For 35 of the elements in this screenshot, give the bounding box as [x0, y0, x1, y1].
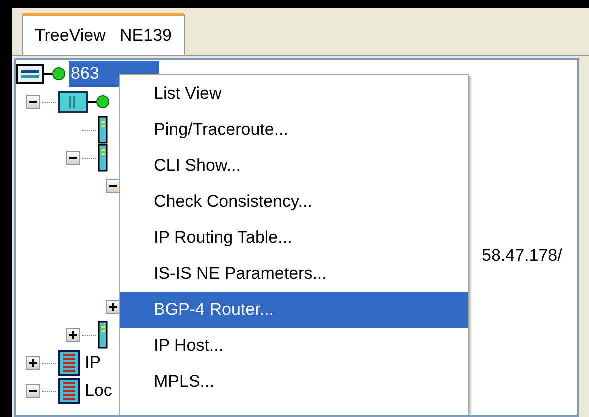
card-icon	[98, 144, 108, 172]
menu-item[interactable]: IS-IS NE Parameters...	[120, 256, 468, 292]
minus-icon	[29, 98, 37, 106]
menu-item[interactable]: CLI Show...	[120, 148, 468, 184]
minus-icon	[29, 387, 37, 395]
collapse-toggle[interactable]	[106, 179, 120, 193]
expand-toggle[interactable]	[106, 300, 120, 314]
status-dot-icon	[88, 95, 110, 109]
status-dot-icon	[44, 67, 66, 81]
minus-icon	[109, 182, 117, 190]
menu-item[interactable]: MPLS...	[120, 364, 468, 400]
plus-icon	[29, 359, 37, 367]
expand-toggle[interactable]	[66, 328, 80, 342]
plus-icon	[69, 331, 77, 339]
card-icon	[98, 321, 108, 349]
tree-node-label[interactable]: Loc	[83, 378, 114, 404]
collapse-toggle[interactable]	[66, 151, 80, 165]
tree-view-tab[interactable]: TreeView NE139	[22, 13, 186, 55]
chassis-icon	[58, 91, 88, 113]
menu-item[interactable]: Check Consistency...	[120, 184, 468, 220]
plus-icon	[109, 303, 117, 311]
tree-node-label[interactable]: IP	[83, 350, 104, 376]
minus-icon	[69, 154, 77, 162]
network-node-icon	[16, 64, 44, 84]
expand-toggle[interactable]	[26, 356, 40, 370]
list-icon	[58, 350, 80, 376]
card-icon	[98, 116, 108, 144]
collapse-toggle[interactable]	[26, 95, 40, 109]
collapse-toggle[interactable]	[26, 384, 40, 398]
menu-item[interactable]: IP Host...	[120, 328, 468, 364]
menu-item[interactable]: BGP-4 Router...	[120, 292, 468, 328]
menu-item[interactable]: Ping/Traceroute...	[120, 112, 468, 148]
tree-node-label: 58.47.178/	[482, 245, 562, 267]
list-icon	[58, 378, 80, 404]
menu-item[interactable]: IP Routing Table...	[120, 220, 468, 256]
